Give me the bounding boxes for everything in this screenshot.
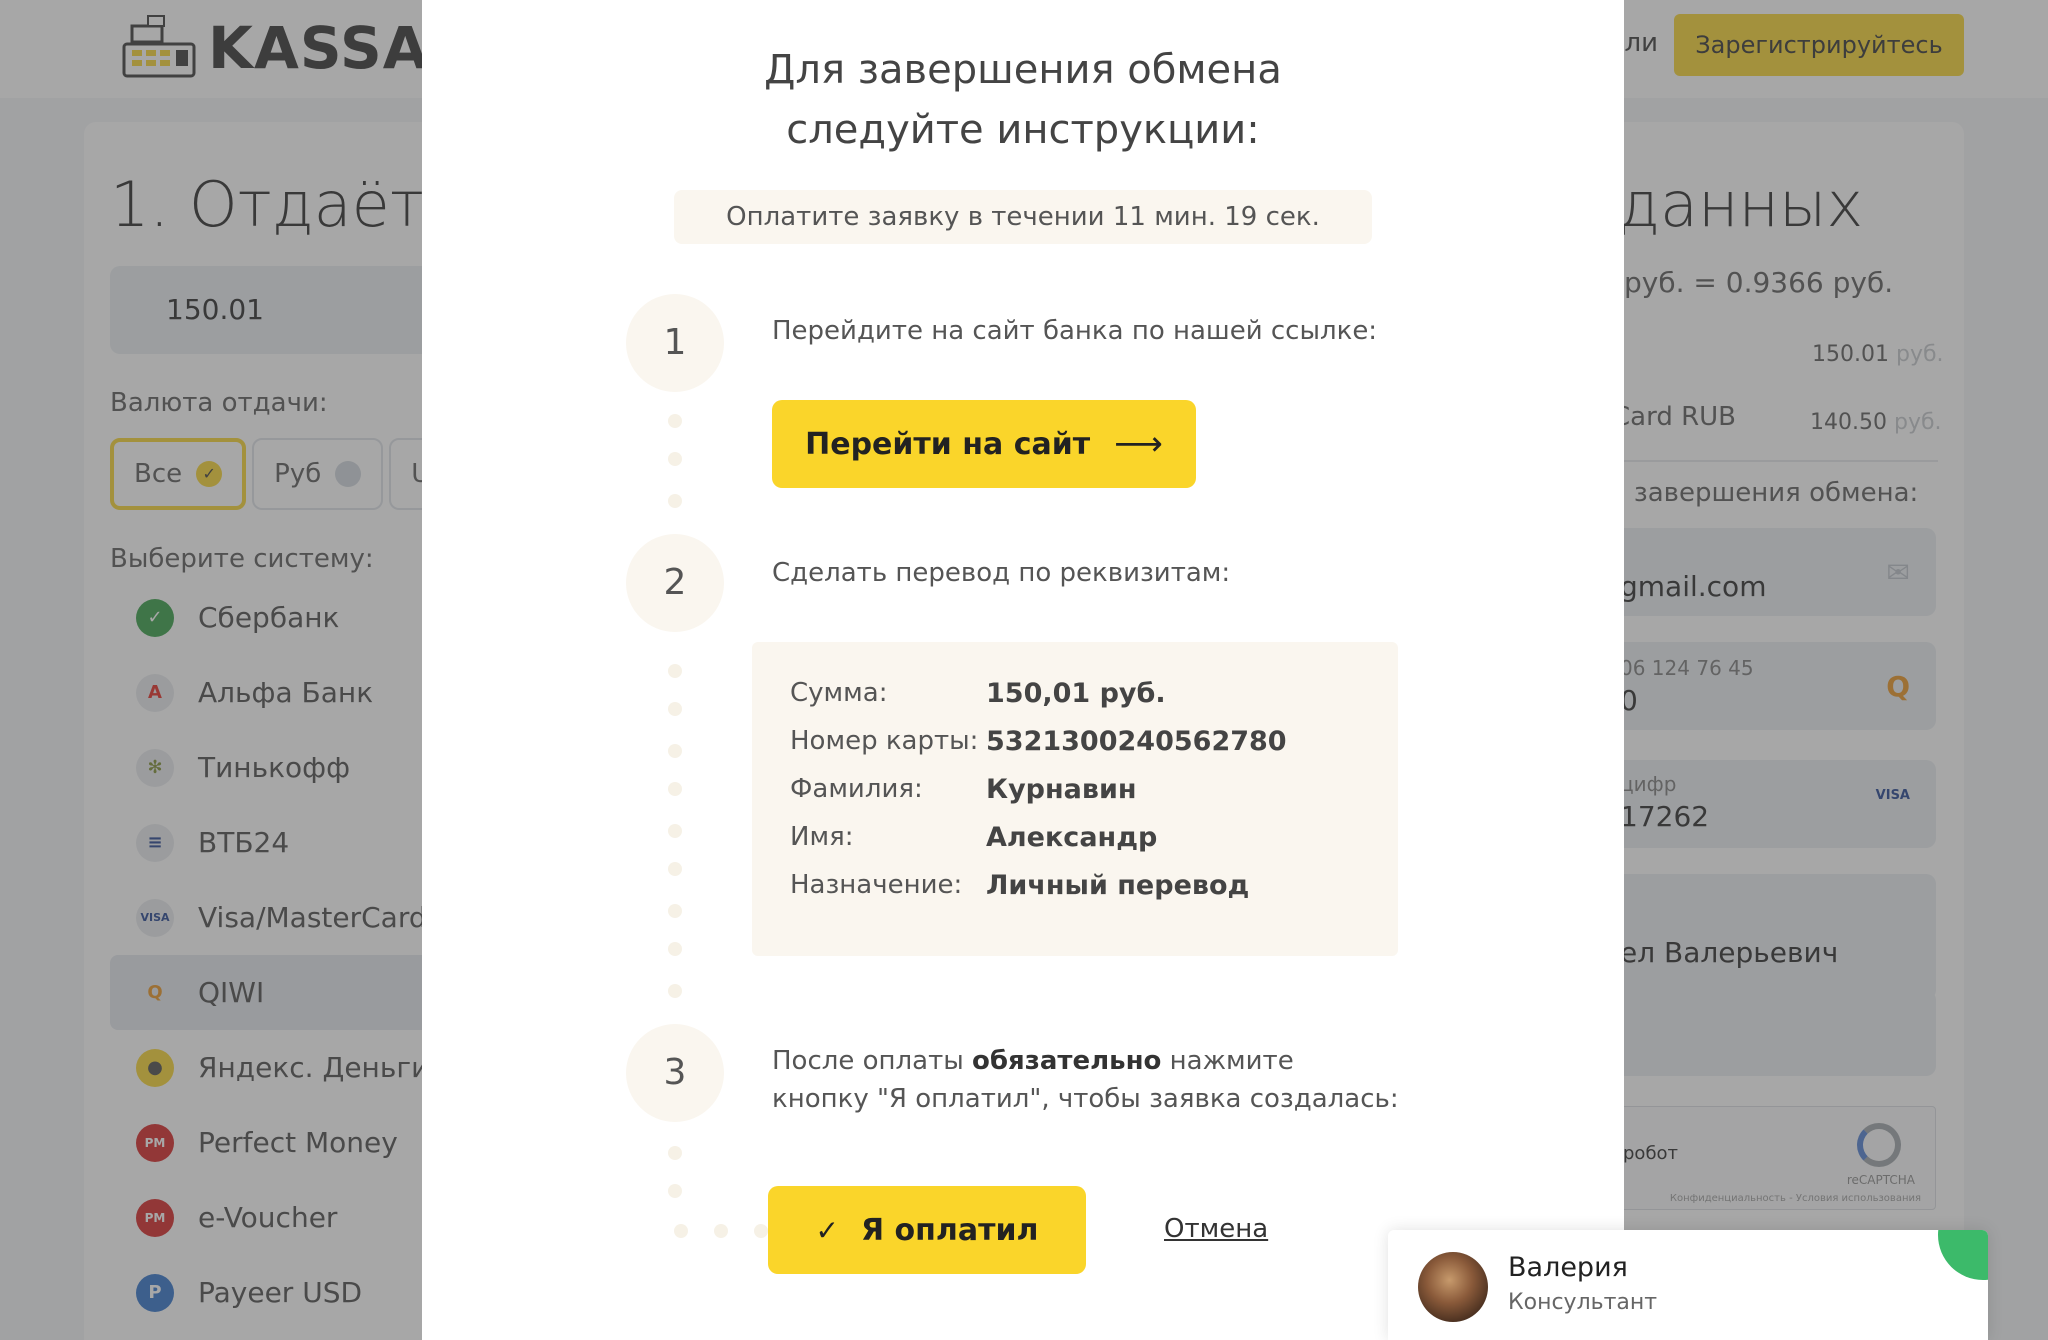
req-value-name: Александр [986,822,1158,853]
req-value-purpose: Личный перевод [986,870,1250,901]
step-connector-dot [668,862,682,876]
step-number-2: 2 [626,534,724,632]
i-paid-button[interactable]: ✓ Я оплатил [768,1186,1086,1274]
step-connector-dot [668,414,682,428]
requisites-box: Сумма: 150,01 руб. Номер карты: 53213002… [752,642,1398,956]
step-3-text-before: После оплаты [772,1046,973,1076]
step-connector-dot [668,984,682,998]
support-chat-widget[interactable]: Валерия Консультант [1388,1230,1988,1340]
step-connector-dot [754,1224,768,1238]
step-connector-dot [668,942,682,956]
consultant-name: Валерия [1508,1252,1628,1283]
step-number-3: 3 [626,1024,724,1122]
req-label-card: Номер карты: [790,726,979,756]
req-value-sum: 150,01 руб. [986,678,1166,709]
payment-instructions-modal: Для завершения обмена следуйте инструкци… [422,0,1624,1340]
step-connector-dot [668,824,682,838]
checkmark-icon: ✓ [815,1213,839,1247]
req-label-purpose: Назначение: [790,870,963,900]
consultant-avatar [1418,1252,1488,1322]
cancel-link[interactable]: Отмена [1164,1214,1268,1244]
step-connector-dot [668,782,682,796]
step-connector-dot [668,494,682,508]
step-connector-dot [668,1146,682,1160]
step-connector-dot [668,904,682,918]
go-button-label: Перейти на сайт [805,426,1091,462]
step-connector-dot [668,744,682,758]
step-3-text-line2: кнопку "Я оплатил", чтобы заявка создала… [772,1084,1399,1114]
step-connector-dot [668,702,682,716]
consultant-role: Консультант [1508,1290,1658,1315]
go-to-bank-button[interactable]: Перейти на сайт ⟶ [772,400,1196,488]
payment-timer: Оплатите заявку в течении 11 мин. 19 сек… [674,190,1372,244]
step-connector-dot [668,1184,682,1198]
modal-title: Для завершения обмена следуйте инструкци… [422,40,1624,160]
step-connector-dot [668,664,682,678]
paid-button-label: Я оплатил [860,1212,1039,1248]
req-label-surname: Фамилия: [790,774,923,804]
modal-title-line2: следуйте инструкции: [786,107,1260,153]
req-value-surname: Курнавин [986,774,1137,805]
step-1-text: Перейдите на сайт банка по нашей ссылке: [772,316,1378,346]
step-3-text-after: нажмите [1161,1046,1294,1076]
step-number-1: 1 [626,294,724,392]
req-label-sum: Сумма: [790,678,888,708]
req-label-name: Имя: [790,822,854,852]
step-3-text: После оплаты обязательно нажмите кнопку … [772,1042,1399,1118]
modal-title-line1: Для завершения обмена [764,47,1282,93]
step-3-text-bold: обязательно [972,1046,1162,1076]
arrow-right-icon: ⟶ [1114,424,1163,464]
step-connector-dot [714,1224,728,1238]
step-connector-dot [674,1224,688,1238]
req-value-card: 5321300240562780 [986,726,1287,757]
step-2-text: Сделать перевод по реквизитам: [772,558,1231,588]
step-connector-dot [668,452,682,466]
online-status-indicator [1938,1230,1988,1280]
